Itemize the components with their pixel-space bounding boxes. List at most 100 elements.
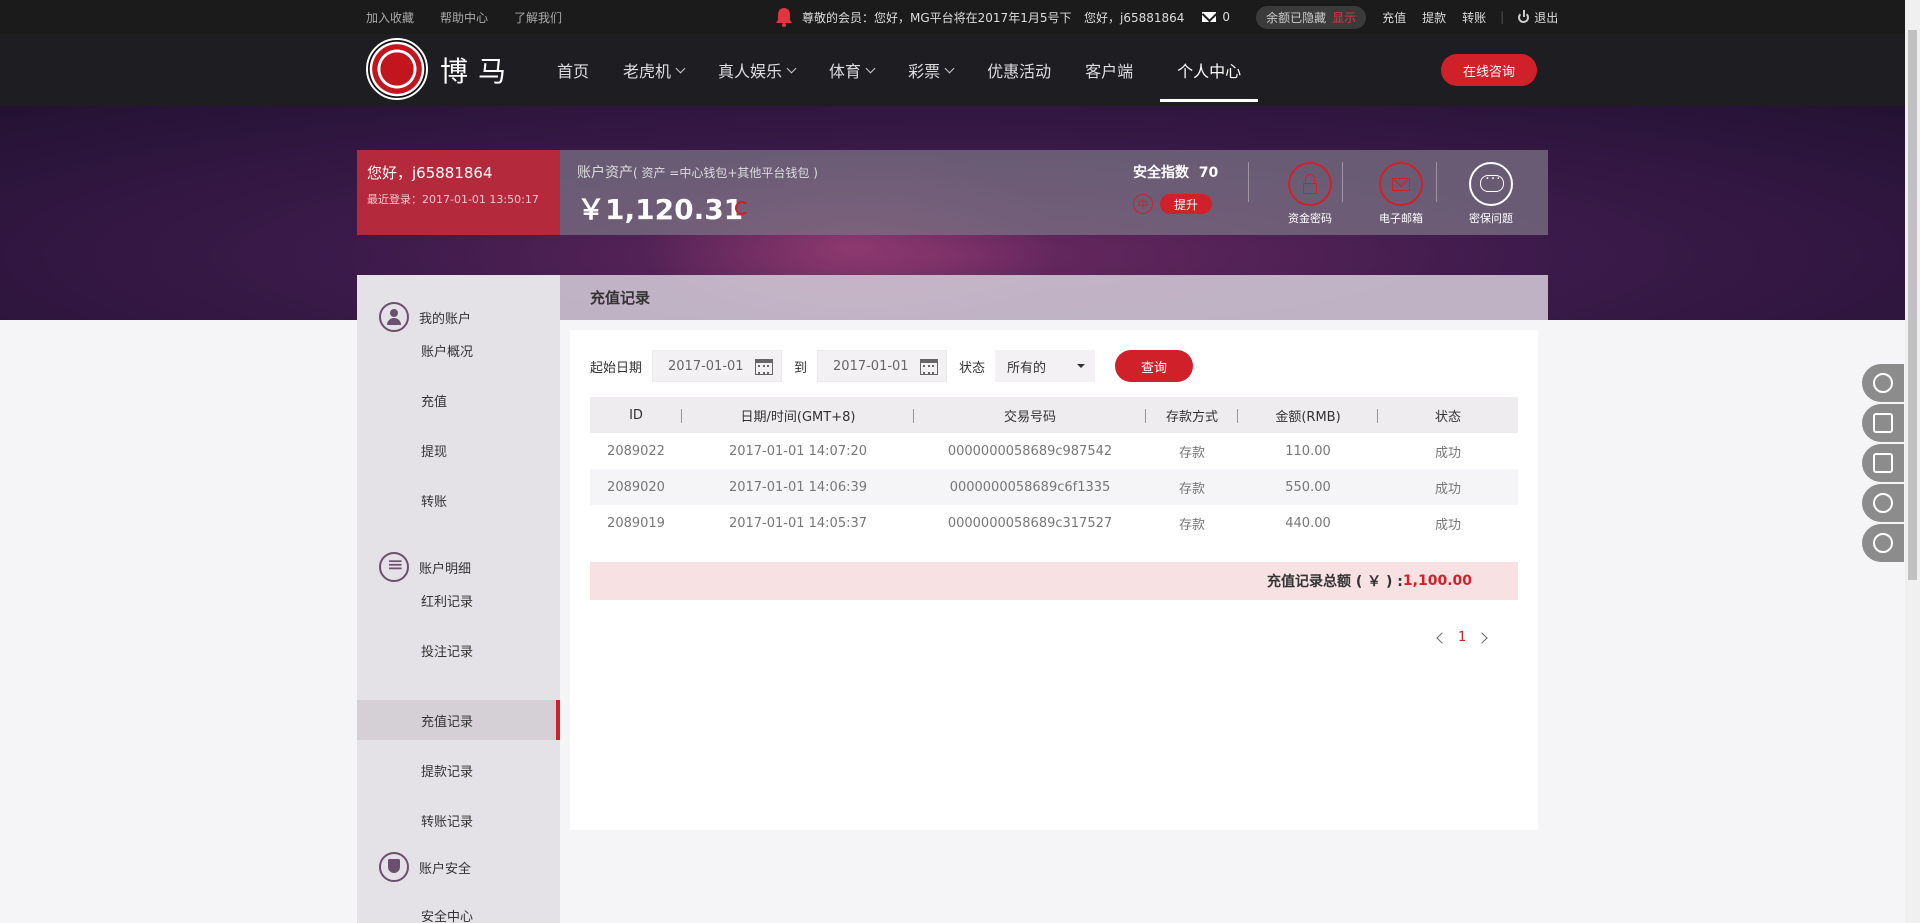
nav-item-personal-center[interactable]: 个人中心 xyxy=(1160,34,1259,106)
logo-icon[interactable] xyxy=(366,38,428,100)
cell-method: 存款 xyxy=(1146,469,1238,505)
upgrade-button[interactable]: 提升 xyxy=(1160,194,1212,214)
sidebar-item-recharge[interactable]: 充值 xyxy=(357,380,560,420)
divider xyxy=(1248,162,1249,202)
main-nav: 博马 首页 老虎机 真人娱乐 体育 彩票 优惠活动 客户端 个人中心 在线咨询 xyxy=(0,34,1920,106)
user-icon xyxy=(379,302,409,332)
safety-level-badge: 中 xyxy=(1133,194,1153,214)
nav-item-sports[interactable]: 体育 xyxy=(812,34,891,106)
cell-datetime: 2017-01-01 14:05:37 xyxy=(728,515,868,531)
security-button[interactable] xyxy=(1862,484,1904,522)
about-us-link[interactable]: 了解我们 xyxy=(514,9,562,26)
divider xyxy=(1436,162,1437,202)
pagination: 1 xyxy=(1436,630,1488,645)
scrollbar[interactable] xyxy=(1905,0,1920,923)
chevron-down-icon xyxy=(865,63,876,73)
headset-icon xyxy=(1873,373,1893,393)
assets-label: 账户资产( 资产 =中心钱包+其他平台钱包 ) xyxy=(577,162,818,182)
nav-item-client[interactable]: 客户端 xyxy=(1068,34,1150,106)
sidebar-head-label: 账户安全 xyxy=(419,861,472,877)
table-row: 2089020 2017-01-01 14:06:39 000000005868… xyxy=(590,469,1518,505)
notice-marquee[interactable]: 尊敬的会员：您好，MG平台将在2017年1月5号下 xyxy=(772,0,1071,34)
status-select[interactable]: 所有的 xyxy=(995,350,1096,382)
recharge-link[interactable]: 充值 xyxy=(1382,9,1406,26)
sidebar-item-transfer[interactable]: 转账 xyxy=(357,480,560,520)
fund-password-button[interactable]: 资金密码 xyxy=(1275,162,1345,226)
end-date-field[interactable]: 2017-01-01 xyxy=(817,350,948,382)
customer-service-button[interactable] xyxy=(1862,364,1904,402)
cell-txn: 0000000058689c317527 xyxy=(947,515,1113,531)
online-consult-button[interactable]: 在线咨询 xyxy=(1441,54,1537,86)
gift-button[interactable] xyxy=(1862,404,1904,442)
security-question-button[interactable]: 密保问题 xyxy=(1456,162,1526,226)
assets-amount: ￥1,120.31 xyxy=(577,193,744,226)
nav-item-home[interactable]: 首页 xyxy=(540,34,606,106)
query-button[interactable]: 查询 xyxy=(1115,350,1194,382)
email-button[interactable]: 电子邮箱 xyxy=(1366,162,1436,226)
logout-link[interactable]: 退出 xyxy=(1534,9,1558,26)
calendar-icon[interactable] xyxy=(920,359,939,375)
cell-txn: 0000000058689c6f1335 xyxy=(914,469,1146,505)
withdraw-link[interactable]: 提款 xyxy=(1422,9,1446,26)
power-icon xyxy=(1518,9,1530,23)
nav-item-slots[interactable]: 老虎机 xyxy=(606,34,701,106)
scrollbar-thumb[interactable] xyxy=(1908,30,1917,580)
shield-icon xyxy=(379,852,409,882)
greeting-text: 您好，j65881864 xyxy=(1084,10,1185,25)
table-row: 2089022 2017-01-01 14:07:20 000000005868… xyxy=(590,433,1518,469)
chevron-left-icon[interactable] xyxy=(1436,631,1448,644)
top-links: 加入收藏 帮助中心 了解我们 xyxy=(366,0,562,34)
cell-status: 成功 xyxy=(1434,517,1461,533)
help-center-link[interactable]: 帮助中心 xyxy=(440,9,488,26)
sidebar-head-label: 账户明细 xyxy=(419,561,472,577)
rocket-button[interactable] xyxy=(1862,524,1904,562)
sidebar-item-withdraw[interactable]: 提现 xyxy=(357,430,560,470)
nav-item-promotions[interactable]: 优惠活动 xyxy=(970,34,1068,106)
start-date-label: 起始日期 xyxy=(590,360,643,376)
start-date-field[interactable]: 2017-01-01 xyxy=(652,350,783,382)
page-number[interactable]: 1 xyxy=(1458,630,1466,645)
nav-item-lottery[interactable]: 彩票 xyxy=(891,34,970,106)
calendar-icon[interactable] xyxy=(755,359,774,375)
logo-text[interactable]: 博马 xyxy=(440,50,516,90)
table-row: 2089019 2017-01-01 14:05:37 000000005868… xyxy=(590,505,1518,541)
cell-status: 成功 xyxy=(1434,445,1461,461)
table-header-row: ID 日期/时间(GMT+8) 交易号码 存款方式 金额(RMB) 状态 xyxy=(590,397,1518,433)
total-bar: 充值记录总额 ( ￥ ) : 1,100.00 xyxy=(590,562,1518,600)
notice-text: 尊敬的会员：您好，MG平台将在2017年1月5号下 xyxy=(802,10,1072,25)
nav-item-live-casino[interactable]: 真人娱乐 xyxy=(701,34,812,106)
total-value: 1,100.00 xyxy=(1402,573,1472,589)
nav-label: 客户端 xyxy=(1085,62,1134,81)
sidebar-head-my-account: 我的账户 xyxy=(379,302,471,332)
transfer-link[interactable]: 转账 xyxy=(1462,9,1486,26)
sidebar: 我的账户 账户概况 充值 提现 转账 账户明细 红利记录 投注记录 充值记录 提… xyxy=(357,275,560,923)
column-header: 交易号码 xyxy=(914,397,1146,433)
shield-icon xyxy=(1873,493,1893,513)
top-right-user: 您好，j65881864 0 余额已隐藏 显示 充值 提款 转账 | 退出 xyxy=(1084,0,1558,34)
add-favorite-link[interactable]: 加入收藏 xyxy=(366,9,414,26)
show-balance-link[interactable]: 显示 xyxy=(1332,11,1356,25)
desktop-button[interactable] xyxy=(1862,444,1904,482)
sidebar-item-security-center[interactable]: 安全中心 xyxy=(357,895,560,923)
sidebar-item-bet-records[interactable]: 投注记录 xyxy=(357,630,560,670)
nav-label: 真人娱乐 xyxy=(718,62,783,81)
sidebar-item-bonus-records[interactable]: 红利记录 xyxy=(357,580,560,620)
user-card: 您好，j65881864 最近登录：2017-01-01 13:50:17 xyxy=(357,150,560,235)
to-label: 到 xyxy=(794,360,808,376)
assets-label-text: 账户资产 xyxy=(577,165,633,181)
chevron-right-icon[interactable] xyxy=(1476,631,1488,644)
floating-toolbar xyxy=(1862,364,1904,564)
nav-label: 彩票 xyxy=(908,62,941,81)
nav-label: 首页 xyxy=(557,62,590,81)
cell-amount: 550.00 xyxy=(1238,469,1378,505)
sidebar-item-withdraw-records[interactable]: 提款记录 xyxy=(357,750,560,790)
sidebar-item-overview[interactable]: 账户概况 xyxy=(357,330,560,370)
divider: | xyxy=(1500,10,1505,24)
refresh-icon[interactable] xyxy=(735,201,749,215)
sidebar-item-recharge-records[interactable]: 充值记录 xyxy=(357,700,560,740)
assets-note: ( 资产 =中心钱包+其他平台钱包 ) xyxy=(633,166,818,180)
sidebar-item-transfer-records[interactable]: 转账记录 xyxy=(357,800,560,840)
mail-icon[interactable] xyxy=(1202,12,1217,22)
sidebar-head-label: 我的账户 xyxy=(419,311,472,327)
balance-hidden-text: 余额已隐藏 xyxy=(1266,10,1327,25)
